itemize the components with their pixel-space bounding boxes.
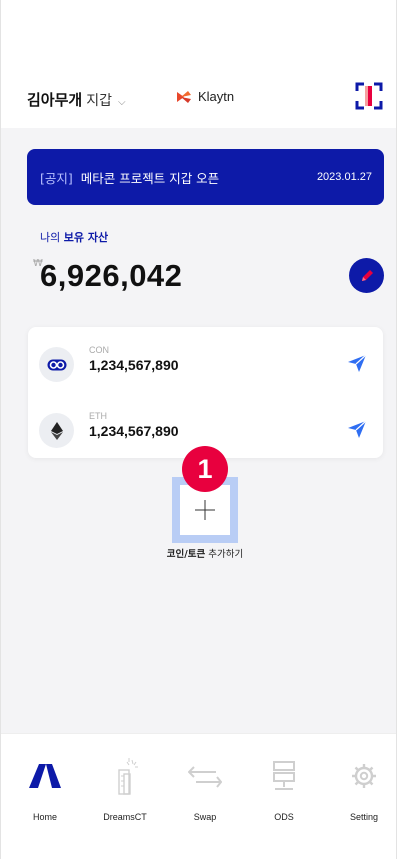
coin-list: CON 1,234,567,890 ETH 1,234,567,890 [28,327,383,458]
plus-icon [195,500,215,520]
notice-banner[interactable]: [공지] 메타콘 프로젝트 지갑 오픈 2023.01.27 [27,149,384,205]
network-name: Klaytn [198,89,235,104]
home-icon [25,754,65,798]
send-icon[interactable] [346,418,368,440]
nav-item-dreamsct[interactable]: DreamsCT [90,754,160,822]
add-token-label-rest: 추가하기 [208,549,244,560]
assets-label: 나의 보유 자산 [40,229,108,245]
notice-date: 2023.01.27 [316,171,372,183]
gear-icon [344,754,384,798]
app-header: 김아무개 지갑 ⌵ Klaytn [0,0,397,128]
pencil-icon [361,269,373,281]
chevron-down-icon: ⌵ [117,97,126,108]
add-token-box [180,485,230,535]
add-token-label-strong: 코인/토큰 [166,549,206,560]
coin-row-con[interactable]: CON 1,234,567,890 [28,327,383,392]
wallet-main: [공지] 메타콘 프로젝트 지갑 오픈 2023.01.27 나의 보유 자산 … [0,128,397,733]
add-token-label: 코인/토큰 추가하기 [0,546,397,560]
nav-item-ods[interactable]: ODS [249,754,319,822]
ethereum-icon [39,413,74,448]
wallet-label: 지갑 [86,93,112,109]
network-indicator[interactable]: Klaytn [176,89,234,104]
nav-label: Setting [349,812,379,822]
con-coin-icon [39,347,74,382]
nav-label: Swap [193,812,217,822]
building-icon [105,754,145,798]
notice-tag: [공지] [40,170,73,186]
nav-item-home[interactable]: Home [10,754,80,822]
wallet-selector[interactable]: 김아무개 지갑 ⌵ [27,89,126,110]
step-badge: 1 [182,446,228,492]
nav-label: DreamsCT [103,812,147,822]
total-balance: 6,926,042 [40,258,183,293]
coin-amount: 1,234,567,890 [89,423,179,439]
coin-amount: 1,234,567,890 [89,357,179,373]
nav-label: Home [32,812,57,822]
server-icon [264,754,304,798]
coin-symbol: CON [89,345,109,355]
nav-item-swap[interactable]: Swap [170,754,240,822]
edit-button[interactable] [349,258,384,293]
coin-symbol: ETH [89,411,107,421]
assets-label-strong: 보유 자산 [63,231,109,244]
notice-title: 메타콘 프로젝트 지갑 오픈 [80,170,220,186]
bottom-nav: Home DreamsCT Swap ODS Setting [0,733,397,859]
swap-arrows-icon [185,754,225,798]
qr-scan-icon[interactable] [355,82,383,110]
wallet-owner-name: 김아무개 [27,91,83,109]
nav-label: ODS [274,812,294,822]
nav-item-setting[interactable]: Setting [329,754,397,822]
send-icon[interactable] [346,352,368,374]
notice-text: [공지] 메타콘 프로젝트 지갑 오픈 [40,168,219,187]
assets-label-prefix: 나의 [40,231,61,244]
klaytn-logo-icon [177,90,191,103]
